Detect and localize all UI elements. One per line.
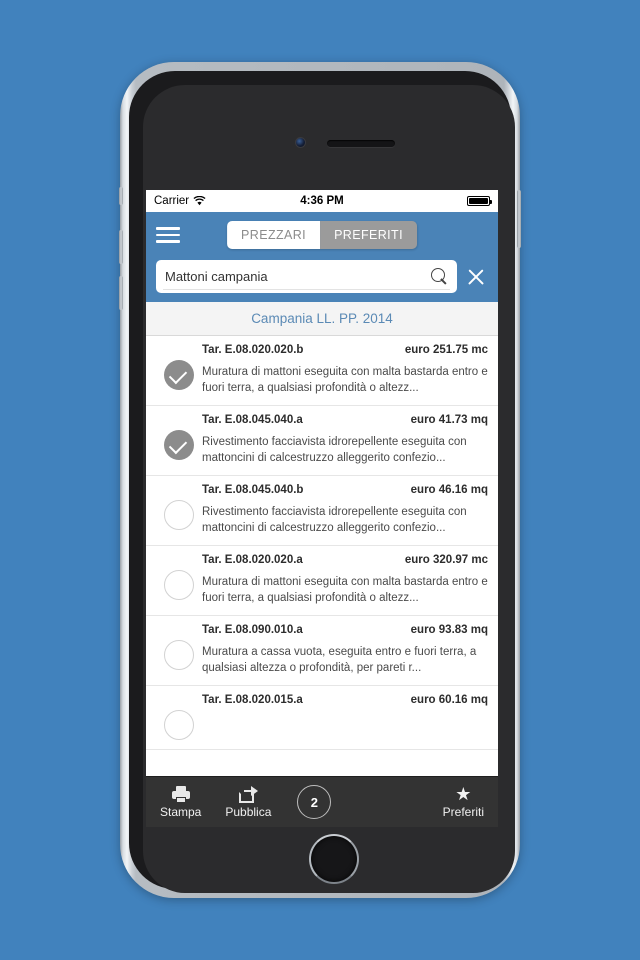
item-description: Muratura a cassa vuota, eseguita entro e…: [202, 646, 477, 674]
tab-prezzari[interactable]: PREZZARI: [227, 221, 321, 249]
check-circle-unselected-icon[interactable]: [164, 710, 194, 741]
check-circle-unselected-icon[interactable]: [164, 570, 194, 601]
list-item[interactable]: Tar. E.08.020.020.b euro 251.75 mc Murat…: [146, 336, 498, 407]
item-price: euro 46.16 mq: [410, 484, 488, 497]
list-item[interactable]: Tar. E.08.090.010.a euro 93.83 mq Muratu…: [146, 616, 498, 687]
checkbox-wrap[interactable]: [156, 694, 202, 741]
star-icon: ★: [455, 784, 472, 804]
bottom-toolbar: Stampa Pubblica 2 ★ Preferiti: [146, 776, 498, 827]
list-item-topline: Tar. E.08.045.040.a euro 41.73 mq: [202, 414, 488, 426]
item-code: Tar. E.08.020.020.a: [202, 554, 303, 567]
checkbox-wrap[interactable]: [156, 344, 202, 390]
selection-count-badge[interactable]: 2: [297, 785, 332, 819]
results-list: Tar. E.08.020.020.b euro 251.75 mc Murat…: [146, 336, 498, 751]
item-price: euro 251.75 mc: [404, 344, 488, 356]
close-icon[interactable]: [464, 265, 488, 289]
list-item-body: Tar. E.08.045.040.b euro 46.16 mq Rivest…: [202, 484, 488, 536]
print-button[interactable]: Stampa: [160, 785, 202, 819]
list-item-body: Tar. E.08.020.020.b euro 251.75 mc Murat…: [202, 344, 488, 396]
app-screen: Carrier 4:36 PM PREZZARI PREFERITI Matto…: [146, 190, 498, 827]
volume-down-button[interactable]: [119, 276, 123, 310]
item-code: Tar. E.08.045.040.b: [202, 484, 304, 497]
search-icon[interactable]: [431, 268, 448, 285]
checkbox-wrap[interactable]: [156, 484, 202, 531]
section-header: Campania LL. PP. 2014: [146, 302, 498, 336]
app-header: PREZZARI PREFERITI: [146, 212, 498, 302]
item-code: Tar. E.08.020.020.b: [202, 344, 304, 356]
hamburger-menu-icon[interactable]: [156, 227, 180, 243]
share-label: Pubblica: [225, 804, 272, 819]
phone-device-frame: Carrier 4:36 PM PREZZARI PREFERITI Matto…: [119, 62, 521, 898]
print-label: Stampa: [160, 804, 202, 819]
list-item-body: Tar. E.08.020.015.a euro 60.16 mq: [202, 694, 488, 715]
favorites-button[interactable]: ★ Preferiti: [443, 785, 484, 819]
item-price: euro 60.16 mq: [410, 694, 488, 707]
list-item-topline: Tar. E.08.045.040.b euro 46.16 mq: [202, 484, 488, 496]
battery-full-icon: [467, 196, 492, 206]
item-description: Muratura di mattoni eseguita con malta b…: [202, 366, 488, 394]
list-item-topline: Tar. E.08.020.020.b euro 251.75 mc: [202, 344, 488, 356]
phone-glass: Carrier 4:36 PM PREZZARI PREFERITI Matto…: [143, 85, 515, 893]
list-item[interactable]: Tar. E.08.020.015.a euro 60.16 mq: [146, 686, 498, 751]
list-item[interactable]: Tar. E.08.045.040.a euro 41.73 mq Rivest…: [146, 406, 498, 477]
home-button[interactable]: [309, 834, 359, 884]
item-code: Tar. E.08.090.010.a: [202, 624, 303, 637]
front-camera-icon: [295, 137, 306, 148]
search-input[interactable]: [165, 269, 431, 284]
segmented-control: PREZZARI PREFERITI: [227, 221, 417, 249]
item-price: euro 93.83 mq: [410, 624, 488, 637]
search-row: [156, 260, 488, 293]
earpiece-speaker: [327, 140, 395, 147]
item-price: euro 41.73 mq: [410, 414, 488, 427]
volume-up-button[interactable]: [119, 230, 123, 264]
check-circle-unselected-icon[interactable]: [164, 640, 194, 671]
item-code: Tar. E.08.020.015.a: [202, 694, 303, 707]
list-item[interactable]: Tar. E.08.045.040.b euro 46.16 mq Rivest…: [146, 476, 498, 547]
item-description: Rivestimento facciavista idrorepellente …: [202, 506, 467, 534]
list-item-topline: Tar. E.08.020.015.a euro 60.16 mq: [202, 694, 488, 706]
item-description: Rivestimento facciavista idrorepellente …: [202, 436, 467, 464]
power-button[interactable]: [517, 190, 521, 248]
item-code: Tar. E.08.045.040.a: [202, 414, 303, 427]
list-item-body: Tar. E.08.045.040.a euro 41.73 mq Rivest…: [202, 414, 488, 466]
list-item[interactable]: Tar. E.08.020.020.a euro 320.97 mc Murat…: [146, 546, 498, 617]
check-circle-selected-icon[interactable]: [164, 360, 194, 390]
list-item-body: Tar. E.08.090.010.a euro 93.83 mq Muratu…: [202, 624, 488, 676]
list-item-body: Tar. E.08.020.020.a euro 320.97 mc Murat…: [202, 554, 488, 606]
header-top-row: PREZZARI PREFERITI: [156, 219, 488, 251]
status-time: 4:36 PM: [300, 195, 344, 207]
tab-preferiti[interactable]: PREFERITI: [320, 221, 417, 249]
search-box[interactable]: [156, 260, 457, 293]
list-item-topline: Tar. E.08.020.020.a euro 320.97 mc: [202, 554, 488, 566]
share-icon: [238, 785, 258, 803]
checkbox-wrap[interactable]: [156, 624, 202, 671]
favorites-label: Preferiti: [442, 805, 484, 819]
phone-inner-shell: Carrier 4:36 PM PREZZARI PREFERITI Matto…: [129, 71, 515, 893]
status-right: [467, 196, 492, 206]
silent-switch[interactable]: [119, 187, 123, 205]
checkbox-wrap[interactable]: [156, 414, 202, 461]
printer-icon: [171, 785, 190, 803]
share-button[interactable]: Pubblica: [225, 785, 272, 819]
item-description: Muratura di mattoni eseguita con malta b…: [202, 576, 488, 604]
check-circle-selected-icon[interactable]: [164, 430, 194, 461]
item-price: euro 320.97 mc: [404, 554, 488, 567]
list-item-topline: Tar. E.08.090.010.a euro 93.83 mq: [202, 624, 488, 636]
checkbox-wrap[interactable]: [156, 554, 202, 601]
search-underline: [163, 289, 450, 290]
status-bar: Carrier 4:36 PM: [146, 190, 498, 212]
check-circle-unselected-icon[interactable]: [164, 500, 194, 531]
